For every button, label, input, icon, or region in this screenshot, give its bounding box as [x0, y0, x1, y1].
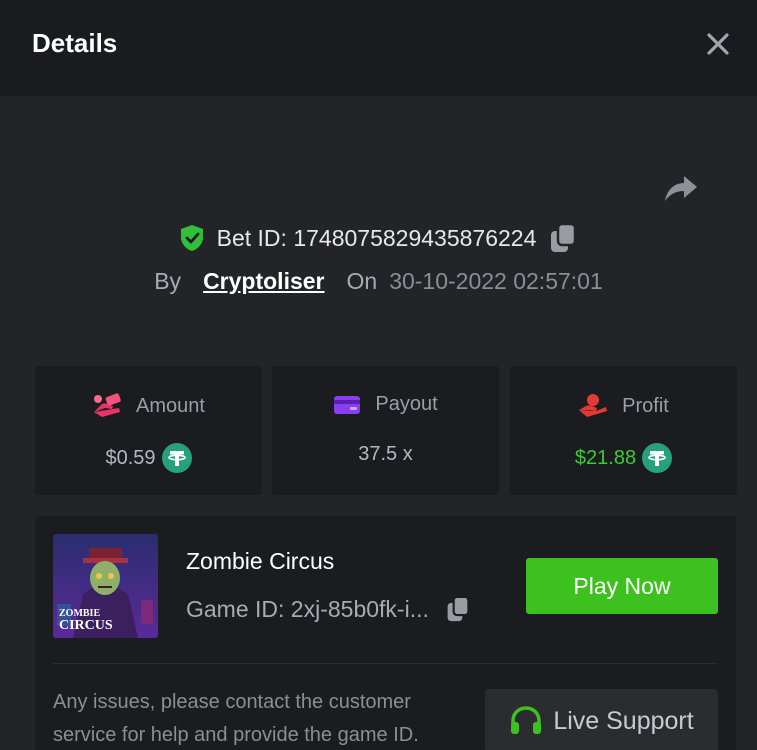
share-icon[interactable] [660, 168, 700, 208]
bet-meta-row: By Cryptoliser On 30-10-2022 02:57:01 [0, 268, 757, 302]
game-id: Game ID: 2xj-85b0fk-i... [186, 595, 429, 622]
help-text: Any issues, please contact the customer … [53, 691, 419, 746]
headset-icon [511, 706, 542, 734]
amount-value: $0.59 [105, 446, 156, 469]
divider [53, 663, 718, 664]
credit-card-icon [334, 395, 361, 414]
bet-id-row: Bet ID: 1748075829435876224 [0, 222, 757, 258]
amount-label: Amount [136, 394, 205, 417]
game-id-row: Game ID: 2xj-85b0fk-i... [186, 594, 471, 624]
modal-title: Details [32, 28, 118, 58]
game-thumbnail[interactable]: ZOMBIE CIRCUS [53, 534, 158, 638]
live-support-button[interactable]: Live Support [485, 689, 718, 750]
stat-card-amount: Amount $0.59 [35, 366, 262, 495]
tether-icon [642, 443, 673, 473]
payout-label: Payout [375, 393, 438, 415]
verified-shield-icon [180, 225, 203, 251]
live-support-label: Live Support [553, 706, 694, 735]
copy-game-id-icon[interactable] [445, 594, 471, 624]
stat-card-profit: Profit $21.88 [510, 366, 737, 495]
on-label: On [346, 268, 378, 294]
stat-card-payout: Payout 37.5 x [272, 366, 499, 495]
play-now-button[interactable]: Play Now [526, 558, 718, 614]
by-label: By [154, 268, 182, 294]
thumb-title-line2: CIRCUS [59, 618, 113, 633]
game-card: ZOMBIE CIRCUS Zombie Circus Game ID: 2xj… [35, 516, 736, 750]
profit-value: $21.88 [574, 446, 637, 469]
modal-header: Details [0, 0, 757, 96]
tether-icon [161, 443, 192, 473]
money-hand-icon [579, 394, 608, 417]
game-name: Zombie Circus [186, 548, 335, 574]
profit-label: Profit [622, 394, 669, 417]
bet-id: Bet ID: 1748075829435876224 [216, 224, 537, 251]
cash-hand-icon [94, 393, 121, 417]
copy-icon[interactable] [548, 222, 578, 254]
payout-value: 37.5 x [358, 443, 413, 465]
bet-datetime: 30-10-2022 02:57:01 [389, 268, 603, 294]
close-icon[interactable] [702, 28, 734, 60]
username-link[interactable]: Cryptoliser [203, 268, 324, 295]
